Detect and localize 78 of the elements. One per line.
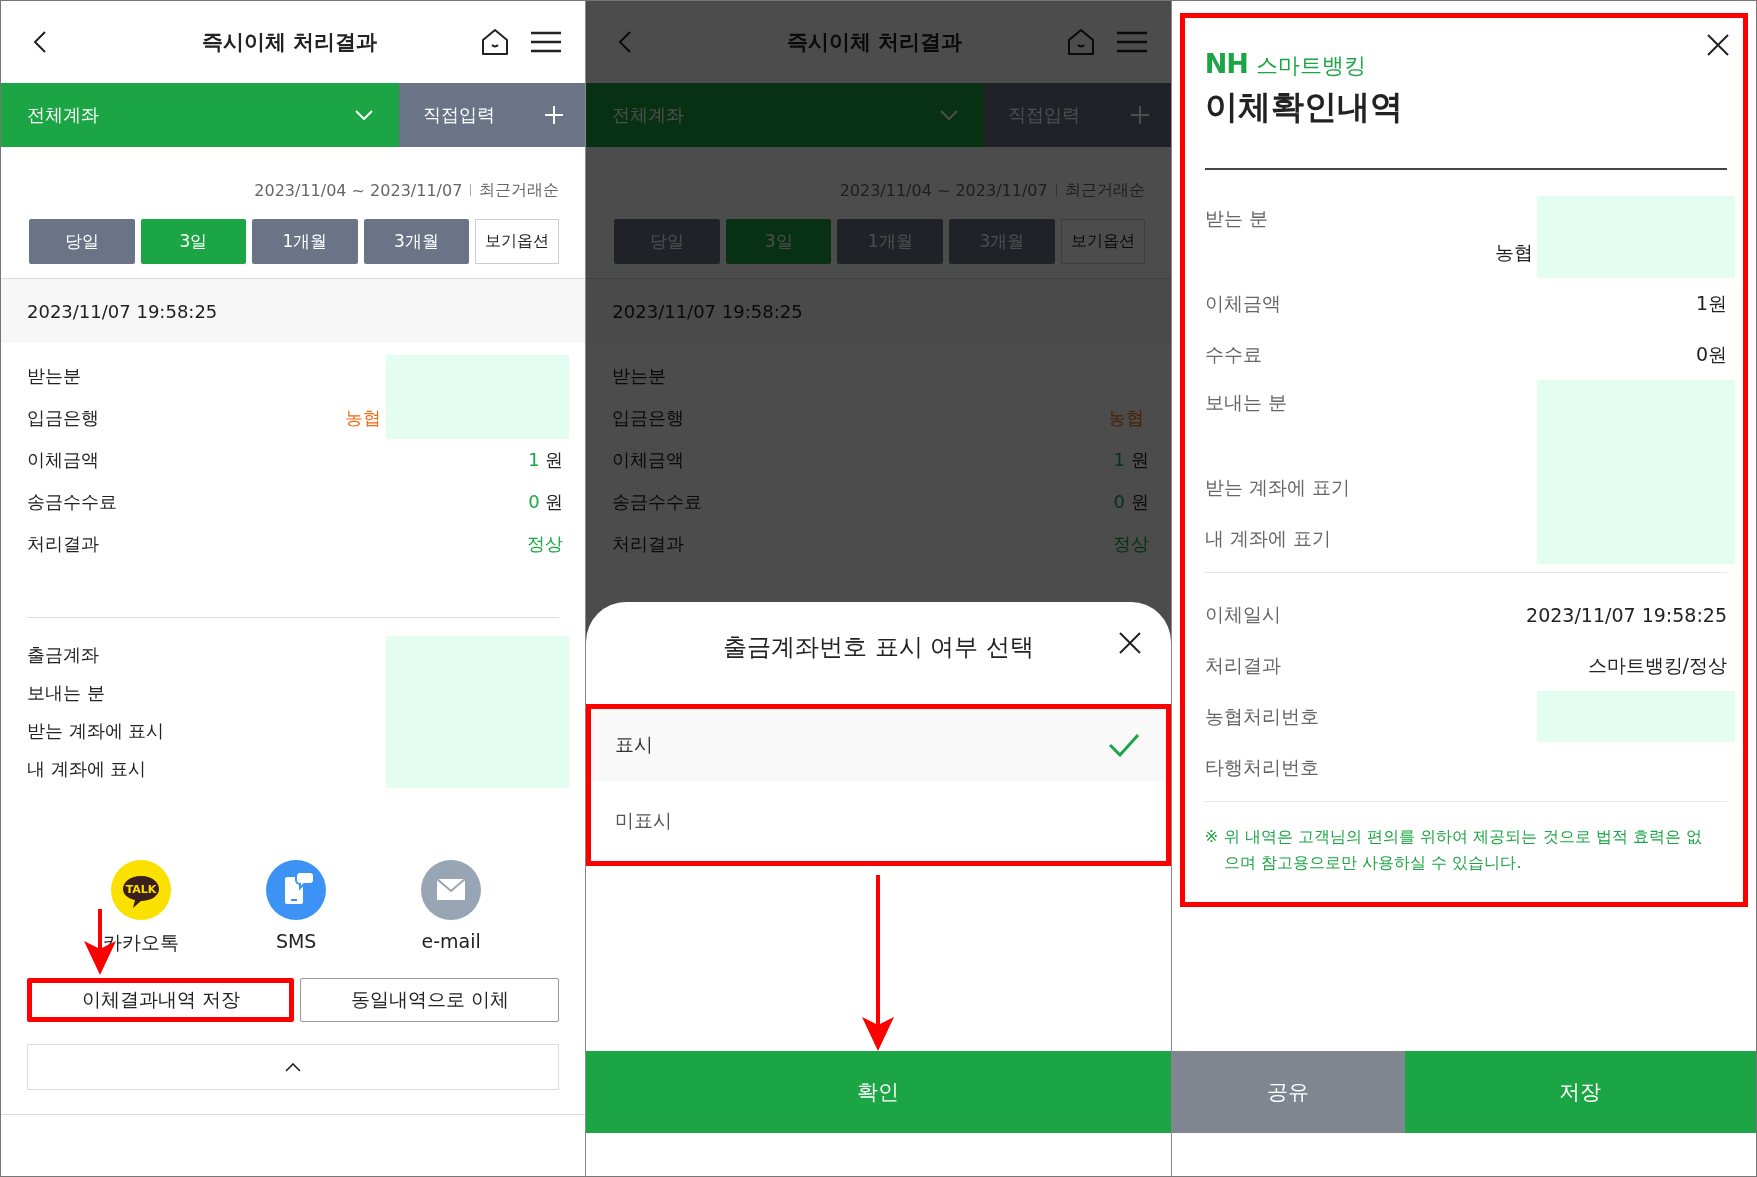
notice-mark: ※ xyxy=(1204,826,1219,848)
detail-label: 이체일시 xyxy=(1204,601,1282,627)
detail-label: 농협처리번호 xyxy=(1204,703,1320,729)
option-item[interactable]: 미표시 xyxy=(591,781,1166,861)
amount-value: 1 원 xyxy=(528,448,564,472)
share-label: 카카오톡 xyxy=(103,930,180,955)
chevron-up-icon xyxy=(285,1062,302,1072)
close-icon[interactable] xyxy=(1118,632,1141,654)
detail-label: 받는 분 xyxy=(1204,206,1269,231)
notice-text: 위 내역은 고객님의 편의를 위하여 제공되는 것으로 법적 효력은 없으며 참고용으로만 사용하실 수 있습니다. xyxy=(1224,826,1703,874)
action-button[interactable]: 이체결과내역 저장 xyxy=(27,978,295,1022)
page-title: 즉시이체 처리결과 xyxy=(200,29,378,56)
detail-label: 처리결과 xyxy=(612,532,686,556)
detail-label: 내 계좌에 표기 xyxy=(1204,525,1332,551)
account-tab[interactable]: 전체계좌 xyxy=(1,83,399,147)
detail-label: 송금수수료 xyxy=(612,490,704,514)
close-icon[interactable] xyxy=(1707,34,1729,56)
account-tab[interactable]: 직접입력 xyxy=(399,83,586,147)
amount-value: 1 원 xyxy=(1113,448,1149,472)
chat-bubble-icon[interactable]: TALK xyxy=(111,860,172,920)
detail-label: 처리결과 xyxy=(1204,652,1282,678)
transaction-time: 2023/11/07 19:58:25 xyxy=(27,300,218,322)
detail-value: 1원 xyxy=(1695,290,1727,316)
share-label: e-mail xyxy=(421,930,481,952)
sheet-title: 출금계좌번호 표시 여부 선택 xyxy=(723,632,1034,663)
detail-label: 이체금액 xyxy=(1204,290,1282,316)
action-button[interactable]: 동일내역으로 이체 xyxy=(300,978,560,1022)
detail-label: 수수료 xyxy=(1204,341,1263,367)
bank-name: 농협 xyxy=(1107,406,1144,430)
plus-icon xyxy=(545,106,564,124)
detail-label: 출금계좌 xyxy=(27,643,100,667)
footer-button[interactable]: 저장 xyxy=(1404,1051,1756,1133)
chevron-down-icon xyxy=(355,110,373,120)
brand-name: 스마트뱅킹 xyxy=(1255,52,1366,80)
detail-label: 보내는 분 xyxy=(1204,390,1288,415)
page-title: 즉시이체 처리결과 xyxy=(785,29,964,56)
envelope-icon[interactable] xyxy=(421,860,482,920)
amount-value: 0 원 xyxy=(528,490,564,514)
home-icon[interactable] xyxy=(481,28,510,56)
bank-name: 농협 xyxy=(345,406,382,430)
detail-label: 받는 계좌에 표기 xyxy=(1204,474,1351,500)
detail-label: 받는 계좌에 표시 xyxy=(27,719,166,743)
period-button[interactable]: 3개월 xyxy=(363,219,470,264)
period-button[interactable]: 3일 xyxy=(140,219,247,264)
view-options-button[interactable]: 보기옵션 xyxy=(475,219,560,264)
detail-label: 입금은행 xyxy=(27,406,100,430)
detail-value: 0원 xyxy=(1695,341,1727,367)
amount-value: 0 원 xyxy=(1113,490,1149,514)
detail-value: 2023/11/07 19:58:25 xyxy=(1526,603,1727,626)
date-range: 2023/11/04 ~ 2023/11/07 xyxy=(254,180,463,200)
option-item[interactable]: 표시 xyxy=(591,709,1166,781)
detail-label: 입금은행 xyxy=(612,406,686,430)
period-button[interactable]: 1개월 xyxy=(252,219,358,264)
receipt-title: 이체확인내역 xyxy=(1204,86,1404,128)
menu-icon[interactable] xyxy=(531,31,562,53)
detail-label: 송금수수료 xyxy=(27,490,118,514)
confirm-button[interactable]: 확인 xyxy=(586,1051,1171,1133)
detail-label: 이체금액 xyxy=(27,448,100,472)
back-icon[interactable] xyxy=(33,30,47,54)
phone-message-icon[interactable] xyxy=(266,860,327,920)
period-button[interactable]: 당일 xyxy=(29,219,135,264)
detail-label: 이체금액 xyxy=(612,448,686,472)
share-label: SMS xyxy=(275,930,317,952)
transaction-time: 2023/11/07 19:58:25 xyxy=(612,300,803,322)
sort-order[interactable]: 최근거래순 xyxy=(479,179,560,201)
detail-value: 농협 xyxy=(1495,240,1533,265)
checkmark-icon xyxy=(1107,733,1140,757)
footer-button[interactable]: 공유 xyxy=(1171,1051,1405,1133)
detail-label: 처리결과 xyxy=(27,532,100,556)
detail-label: 보내는 분 xyxy=(27,681,106,705)
status-value: 정상 xyxy=(1112,532,1149,556)
detail-label: 타행처리번호 xyxy=(1204,754,1320,780)
brand-logo: NH xyxy=(1204,48,1248,79)
detail-label: 받는분 xyxy=(612,364,668,388)
detail-label: 받는분 xyxy=(27,364,82,388)
status-value: 정상 xyxy=(527,532,564,556)
detail-value: 스마트뱅킹/정상 xyxy=(1587,652,1727,678)
detail-label: 내 계좌에 표시 xyxy=(27,757,148,781)
